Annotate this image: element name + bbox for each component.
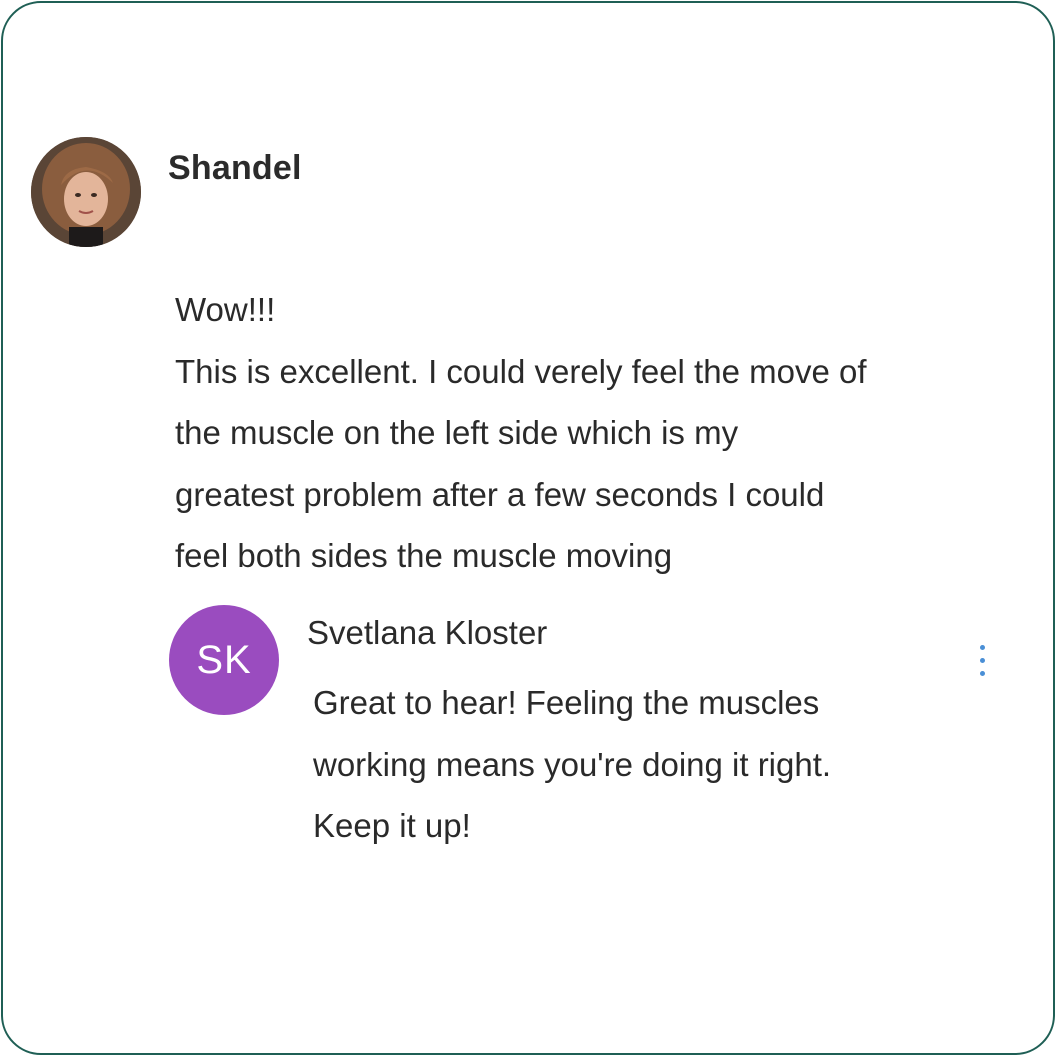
comment-line: the muscle on the left side which is my xyxy=(175,414,739,451)
user-photo-icon xyxy=(31,137,141,247)
commenter-avatar[interactable] xyxy=(31,137,141,247)
menu-dot xyxy=(980,658,985,663)
menu-dot xyxy=(980,645,985,650)
comment-line: greatest problem after a few seconds I c… xyxy=(175,475,825,513)
reply-author-name[interactable]: Svetlana Kloster xyxy=(307,614,547,652)
reply-text: Great to hear! Feeling the muscles worki… xyxy=(313,672,1013,857)
reply-avatar[interactable]: SK xyxy=(169,605,279,715)
comment-text: Wow!!! This is excellent. I could verely… xyxy=(175,279,1035,587)
reply-line: Great to hear! Feeling the muscles xyxy=(313,684,820,721)
comment-author-name[interactable]: Shandel xyxy=(168,149,302,188)
comment-line: This is excellent. I could verely feel t… xyxy=(175,352,867,390)
reply-line: working means you're doing it right. xyxy=(313,745,832,783)
reply-line: Keep it up! xyxy=(313,807,471,844)
comment-line: feel both sides the muscle moving xyxy=(175,537,673,574)
comment-line: Wow!!! xyxy=(175,291,276,328)
